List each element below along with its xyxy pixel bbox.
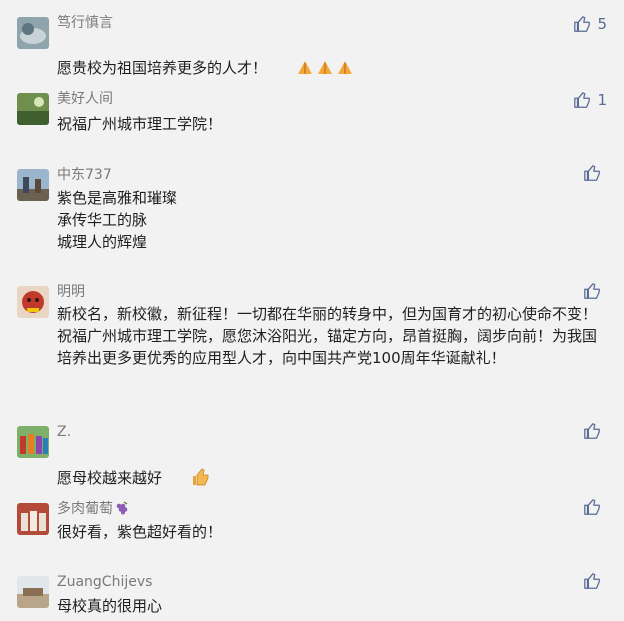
nickname[interactable]: 多肉葡萄 bbox=[57, 499, 129, 519]
nickname[interactable]: 笃行慎言 bbox=[57, 13, 113, 33]
thumbs-up-icon bbox=[574, 92, 591, 108]
comment-text: 祝福广州城市理工学院！ bbox=[57, 115, 223, 133]
nickname[interactable]: Z. bbox=[57, 422, 71, 442]
comment-text: 很好看，紫色超好看的！ bbox=[57, 523, 223, 541]
comment-text: 愿贵校为祖国培养更多的人才！ bbox=[57, 36, 609, 82]
thumbs-up-icon bbox=[584, 573, 600, 589]
comment-text: 愿母校越来越好 bbox=[57, 446, 609, 492]
like-button[interactable] bbox=[583, 572, 607, 590]
nickname[interactable]: ZuangChijevs bbox=[57, 572, 152, 592]
like-count: 1 bbox=[597, 91, 607, 109]
thumbs-up-emoji-icon bbox=[162, 446, 211, 492]
comment-text: 新校名，新校徽，新征程！一切都在华丽的转身中，但为国育才的初心使命不变！祝福广州… bbox=[57, 305, 598, 367]
like-button[interactable] bbox=[583, 164, 607, 182]
avatar[interactable] bbox=[17, 17, 49, 49]
avatar[interactable] bbox=[17, 503, 49, 535]
pray-emoji-icon bbox=[267, 36, 356, 82]
avatar[interactable] bbox=[17, 286, 49, 318]
nickname[interactable]: 中东737 bbox=[57, 165, 112, 185]
thumbs-up-icon bbox=[584, 165, 600, 181]
like-button[interactable]: 1 bbox=[573, 90, 607, 110]
thumbs-up-icon bbox=[584, 283, 600, 299]
like-count: 5 bbox=[597, 15, 607, 33]
nickname[interactable]: 明明 bbox=[57, 282, 85, 302]
like-button[interactable] bbox=[583, 422, 607, 440]
avatar[interactable] bbox=[17, 93, 49, 125]
like-button[interactable]: 5 bbox=[573, 14, 607, 34]
like-button[interactable] bbox=[583, 282, 607, 300]
nickname[interactable]: 美好人间 bbox=[57, 89, 113, 109]
avatar[interactable] bbox=[17, 426, 49, 458]
thumbs-up-icon bbox=[574, 16, 591, 32]
avatar[interactable] bbox=[17, 576, 49, 608]
thumbs-up-icon bbox=[584, 499, 600, 515]
like-button[interactable] bbox=[583, 498, 607, 516]
thumbs-up-icon bbox=[584, 423, 600, 439]
grape-icon bbox=[115, 501, 129, 515]
nickname-text[interactable]: 多肉葡萄 bbox=[57, 501, 113, 517]
comment-text: 母校真的很用心 bbox=[57, 597, 163, 615]
comment-text: 紫色是高雅和璀璨 承传华工的脉 城理人的辉煌 bbox=[57, 189, 178, 251]
avatar[interactable] bbox=[17, 169, 49, 201]
